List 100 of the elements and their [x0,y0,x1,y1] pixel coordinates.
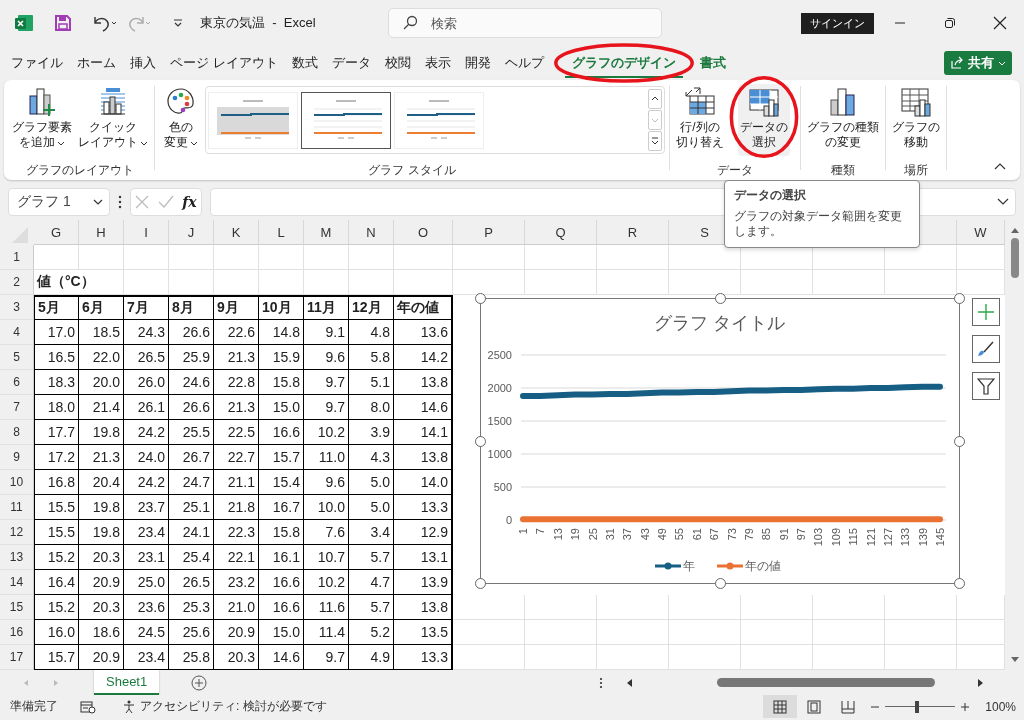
row-header[interactable]: 3 [0,295,34,320]
empty-cell[interactable] [885,595,957,620]
empty-cell[interactable] [813,595,885,620]
empty-cell[interactable] [169,270,214,295]
more-icon[interactable] [599,676,604,689]
row-header[interactable]: 9 [0,445,34,470]
column-header[interactable]: H [79,220,124,245]
zoom-level[interactable]: 100% [985,699,1016,714]
row-header[interactable]: 6 [0,370,34,395]
sheet-tab[interactable]: Sheet1 [94,670,160,695]
column-header[interactable]: G [34,220,79,245]
previous-sheet-icon[interactable] [22,678,30,687]
column-header[interactable]: I [124,220,169,245]
ribbon-button[interactable]: クイック レイアウト [76,84,150,156]
row-header[interactable]: 17 [0,645,34,670]
row-header[interactable]: 15 [0,595,34,620]
empty-cell[interactable] [669,620,741,645]
row-header[interactable]: 1 [0,245,34,270]
sign-in-button[interactable]: サインイン [801,12,874,34]
ribbon-tab[interactable]: ヘルプ [497,48,551,78]
ribbon-tab[interactable]: 挿入 [123,48,163,78]
ribbon-tab[interactable]: ページ レイアウト [163,48,285,78]
accessibility-status[interactable]: アクセシビリティ: 検討が必要です [140,698,327,715]
column-header[interactable]: J [169,220,214,245]
expand-icon[interactable] [997,198,1009,206]
column-header[interactable]: O [394,220,453,245]
column-header[interactable]: Q [525,220,597,245]
column-header[interactable]: P [453,220,525,245]
column-header[interactable]: K [214,220,259,245]
row-header[interactable]: 13 [0,545,34,570]
ribbon-button[interactable]: 色の 変更 [159,84,203,156]
view-button[interactable] [763,695,798,718]
chart-styles-button[interactable] [972,335,1000,363]
ribbon-tab[interactable]: 校閲 [377,48,418,78]
scroll-up-icon[interactable] [1009,226,1020,234]
empty-cell[interactable] [885,620,957,645]
ribbon-button[interactable]: グラフ要素 を追加 [10,84,74,156]
column-header[interactable]: R [597,220,669,245]
zoom-slider-thumb[interactable] [914,700,919,713]
empty-cell[interactable] [304,270,349,295]
empty-cell[interactable] [669,270,741,295]
add-sheet-icon[interactable] [191,674,208,691]
empty-cell[interactable] [453,595,525,620]
empty-cell[interactable] [885,270,957,295]
empty-cell[interactable] [394,270,453,295]
search-field[interactable]: 検索 [388,8,662,38]
empty-cell[interactable] [124,245,169,270]
empty-cell[interactable] [813,270,885,295]
empty-cell[interactable] [741,270,813,295]
empty-cell[interactable] [741,595,813,620]
cancel-icon[interactable] [135,195,150,209]
ribbon-button[interactable]: グラフの 移動 [890,84,942,156]
ribbon-button[interactable]: グラフの種類 の変更 [805,84,881,156]
enter-icon[interactable] [157,195,174,209]
row-header[interactable]: 12 [0,520,34,545]
ribbon-tab[interactable]: 数式 [284,48,325,78]
empty-cell[interactable] [169,245,214,270]
column-header[interactable]: M [304,220,349,245]
row-header[interactable]: 8 [0,420,34,445]
empty-cell[interactable] [259,245,304,270]
more-styles-button[interactable] [648,131,662,151]
resize-handle[interactable] [475,436,486,447]
empty-cell[interactable] [349,270,394,295]
empty-cell[interactable] [453,620,525,645]
empty-cell[interactable] [525,270,597,295]
scroll-down-button[interactable] [648,110,662,130]
ribbon-tab[interactable]: 表示 [417,48,458,78]
ribbon-tab[interactable]: ファイル [4,48,70,78]
row-header[interactable]: 7 [0,395,34,420]
empty-cell[interactable] [79,245,124,270]
chart-elements-button[interactable] [972,298,1000,326]
empty-cell[interactable] [597,620,669,645]
resize-handle[interactable] [715,293,726,304]
undo-icon[interactable] [92,14,118,32]
share-button[interactable]: 共有 [944,51,1012,75]
empty-cell[interactable] [349,245,394,270]
resize-handle[interactable] [954,578,965,589]
chart-filter-button[interactable] [972,372,1000,400]
empty-cell[interactable] [669,595,741,620]
row-header[interactable]: 4 [0,320,34,345]
next-sheet-icon[interactable] [52,678,60,687]
empty-cell[interactable] [525,620,597,645]
empty-cell[interactable] [214,270,259,295]
resize-handle[interactable] [954,436,965,447]
empty-cell[interactable] [259,270,304,295]
resize-handle[interactable] [954,293,965,304]
scroll-left-icon[interactable] [625,677,634,688]
resize-handle[interactable] [475,293,486,304]
column-header[interactable]: N [349,220,394,245]
row-header[interactable]: 16 [0,620,34,645]
resize-handle[interactable] [475,578,486,589]
row-header[interactable]: 10 [0,470,34,495]
empty-cell[interactable] [813,620,885,645]
column-header[interactable]: L [259,220,304,245]
row-header[interactable]: 2 [0,270,34,295]
empty-cell[interactable] [597,270,669,295]
name-box[interactable]: グラフ 1 [8,188,110,216]
zoom-in-button[interactable] [961,702,970,711]
empty-cell[interactable] [525,595,597,620]
chart-style-thumbnail[interactable] [301,91,391,149]
